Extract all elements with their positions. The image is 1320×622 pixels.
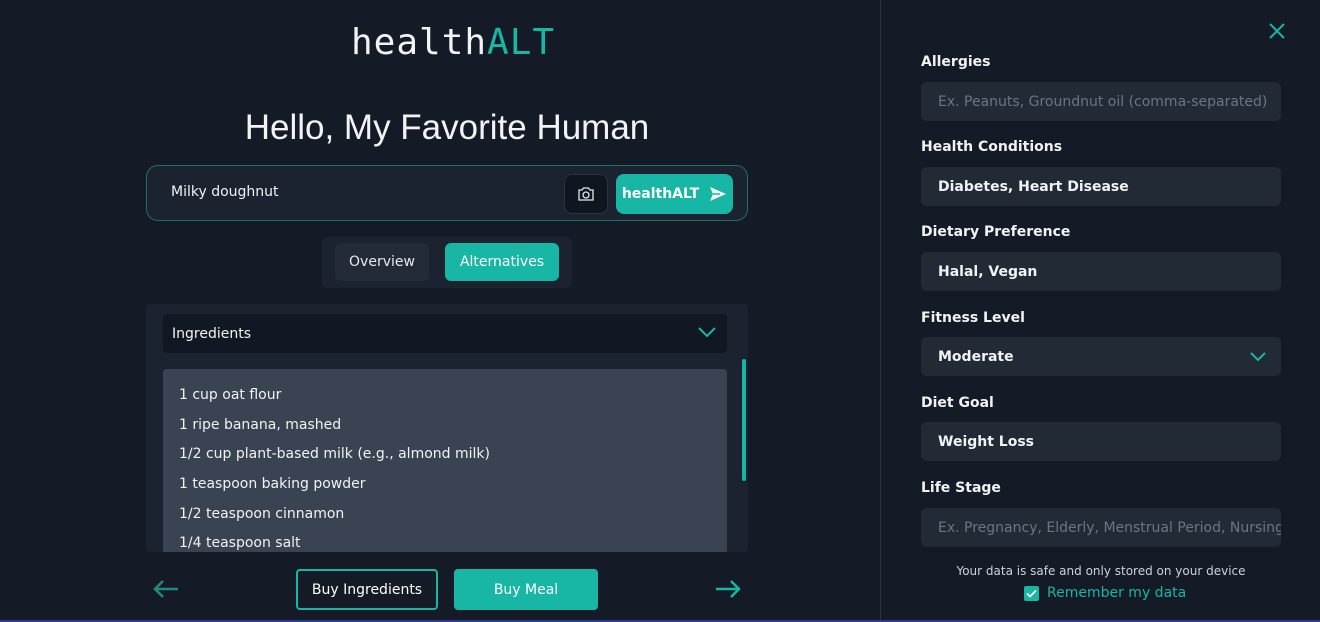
view-tabs: Overview Alternatives bbox=[322, 237, 572, 288]
logo-suffix: ALT bbox=[487, 22, 556, 63]
remember-data-toggle[interactable]: Remember my data bbox=[1024, 585, 1186, 601]
list-item: 1 teaspoon baking powder bbox=[179, 476, 366, 493]
section-dropdown-value: Ingredients bbox=[172, 325, 251, 342]
allergies-label: Allergies bbox=[921, 54, 991, 70]
life-stage-label: Life Stage bbox=[921, 480, 1001, 496]
food-search-input[interactable] bbox=[171, 184, 551, 200]
checkmark-icon bbox=[1026, 589, 1037, 598]
dietary-preference-field[interactable] bbox=[921, 252, 1281, 291]
allergies-field[interactable] bbox=[921, 82, 1281, 121]
chevron-down-icon bbox=[698, 327, 716, 338]
list-item: 1 cup oat flour bbox=[179, 387, 282, 403]
diet-goal-label: Diet Goal bbox=[921, 395, 994, 411]
camera-button[interactable] bbox=[564, 174, 608, 214]
fitness-level-select[interactable]: Moderate bbox=[921, 337, 1281, 376]
dietary-preference-label: Dietary Preference bbox=[921, 224, 1071, 240]
life-stage-field[interactable] bbox=[921, 508, 1281, 547]
main-area: healthALT Hello, My Favorite Human healt… bbox=[0, 0, 880, 622]
chevron-down-icon bbox=[1250, 352, 1266, 362]
health-conditions-label: Health Conditions bbox=[921, 139, 1063, 155]
list-item: 1/2 cup plant-based milk (e.g., almond m… bbox=[179, 446, 490, 463]
camera-icon bbox=[578, 187, 594, 201]
ingredients-list: 1 cup oat flour 1 ripe banana, mashed 1/… bbox=[163, 369, 727, 552]
arrow-right-icon bbox=[716, 580, 741, 598]
previous-button[interactable] bbox=[151, 577, 181, 601]
diet-goal-field[interactable] bbox=[921, 422, 1281, 461]
fitness-level-value: Moderate bbox=[938, 348, 1014, 365]
buy-meal-button[interactable]: Buy Meal bbox=[454, 569, 598, 610]
logo: healthALT bbox=[351, 22, 555, 63]
remember-checkbox[interactable] bbox=[1024, 585, 1039, 601]
send-icon bbox=[710, 187, 727, 201]
remember-label: Remember my data bbox=[1047, 585, 1187, 601]
submit-label: healthALT bbox=[621, 186, 700, 202]
healthalt-submit-button[interactable]: healthALT bbox=[616, 174, 733, 214]
fitness-level-label: Fitness Level bbox=[921, 310, 1025, 326]
list-item: 1/4 teaspoon salt bbox=[179, 535, 301, 552]
close-icon bbox=[1269, 23, 1285, 39]
profile-panel: Allergies Health Conditions Dietary Pref… bbox=[881, 0, 1320, 622]
scrollbar-thumb[interactable] bbox=[742, 359, 746, 481]
tab-overview[interactable]: Overview bbox=[335, 243, 429, 281]
health-conditions-field[interactable] bbox=[921, 167, 1281, 206]
tab-alternatives[interactable]: Alternatives bbox=[445, 243, 559, 281]
list-item: 1/2 teaspoon cinnamon bbox=[179, 505, 345, 522]
buy-ingredients-button[interactable]: Buy Ingredients bbox=[296, 569, 438, 610]
search-bar: healthALT bbox=[146, 165, 748, 221]
logo-prefix: health bbox=[351, 22, 488, 63]
privacy-note: Your data is safe and only stored on you… bbox=[956, 564, 1246, 578]
arrow-left-icon bbox=[153, 580, 178, 598]
next-button[interactable] bbox=[713, 577, 743, 601]
close-button[interactable] bbox=[1268, 22, 1288, 42]
alternatives-card: Ingredients 1 cup oat flour 1 ripe banan… bbox=[146, 304, 748, 552]
list-item: 1 ripe banana, mashed bbox=[179, 416, 342, 433]
greeting-heading: Hello, My Favorite Human bbox=[244, 108, 650, 147]
section-dropdown[interactable]: Ingredients bbox=[163, 314, 727, 353]
